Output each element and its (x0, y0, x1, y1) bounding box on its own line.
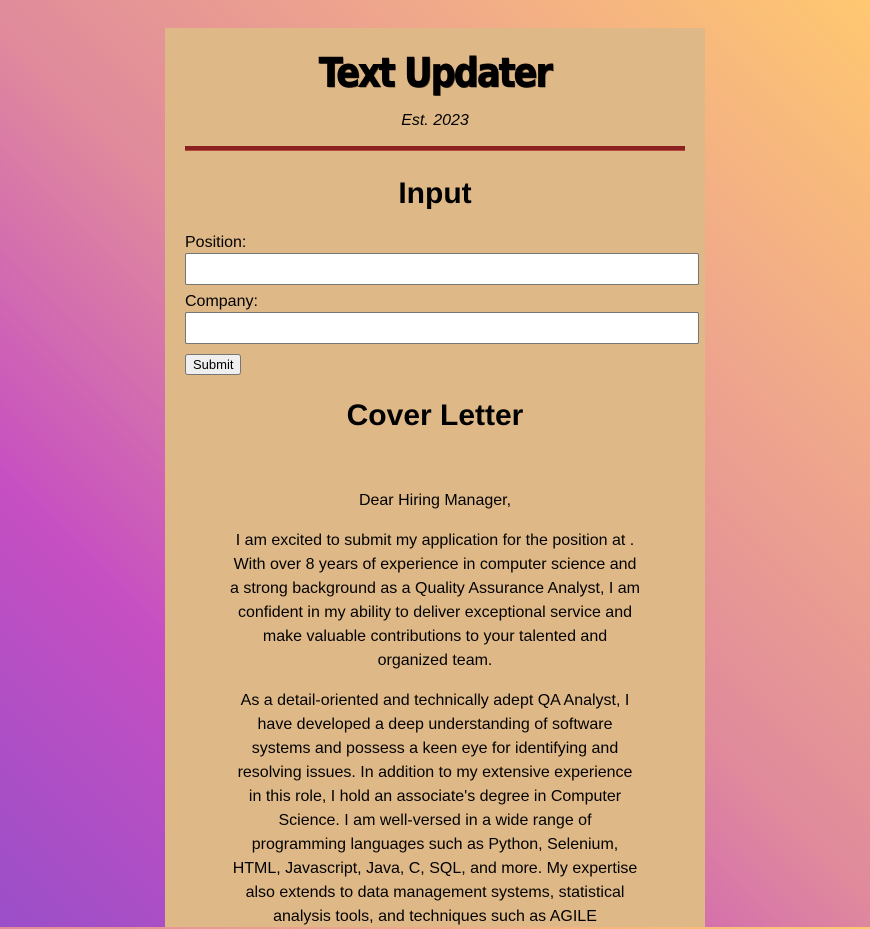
letter-paragraph-1: I am excited to submit my application fo… (230, 532, 640, 669)
header-divider (185, 146, 685, 151)
site-title: Text Updater (319, 49, 554, 97)
submit-button[interactable]: Submit (185, 354, 242, 375)
main-card: Text Updater Est. 2023 Input Position: C… (165, 28, 705, 927)
position-input[interactable] (185, 253, 699, 285)
input-heading: Input (398, 177, 472, 210)
position-label: Position: (185, 234, 247, 251)
input-form: Position: Company: Submit (185, 234, 699, 375)
letter-greeting: Dear Hiring Manager, (358, 492, 512, 509)
company-label: Company: (185, 293, 258, 310)
cover-letter-heading: Cover Letter (346, 399, 524, 432)
established-text: Est. 2023 (401, 112, 469, 129)
letter-paragraph-2: As a detail-oriented and technically ade… (232, 692, 638, 925)
company-input[interactable] (185, 312, 699, 344)
cover-letter-body: Dear Hiring Manager, I am excited to sub… (230, 489, 640, 929)
